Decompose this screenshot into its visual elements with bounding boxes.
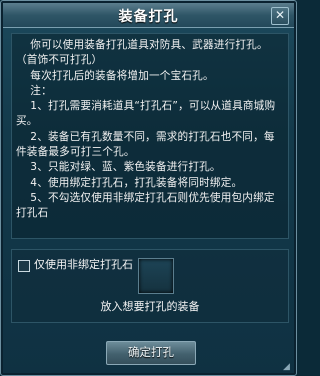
unbound-stone-checkbox[interactable] <box>18 260 30 272</box>
close-icon: ✕ <box>274 8 286 22</box>
description-text: 你可以使用装备打孔道具对防具、武器进行打孔。（首饰不可打孔） 每次打孔后的装备将… <box>16 39 276 220</box>
close-button[interactable]: ✕ <box>271 7 289 25</box>
equipment-area: 仅使用非绑定打孔石 放入想要打孔的装备 <box>11 249 289 323</box>
description-panel: 你可以使用装备打孔道具对防具、武器进行打孔。（首饰不可打孔） 每次打孔后的装备将… <box>11 33 289 239</box>
punch-equipment-dialog: 装备打孔 ✕ 你可以使用装备打孔道具对防具、武器进行打孔。（首饰不可打孔） 每次… <box>0 0 297 376</box>
resize-grip-icon[interactable]: ◢ <box>283 362 293 372</box>
equipment-slot[interactable] <box>138 258 174 294</box>
unbound-stone-checkbox-label[interactable]: 仅使用非绑定打孔石 <box>34 256 133 272</box>
confirm-punch-button[interactable]: 确定打孔 <box>106 341 196 365</box>
equipment-slot-hint: 放入想要打孔的装备 <box>100 300 200 313</box>
title-bar[interactable]: 装备打孔 ✕ <box>3 3 294 28</box>
dialog-title: 装备打孔 <box>118 9 179 25</box>
